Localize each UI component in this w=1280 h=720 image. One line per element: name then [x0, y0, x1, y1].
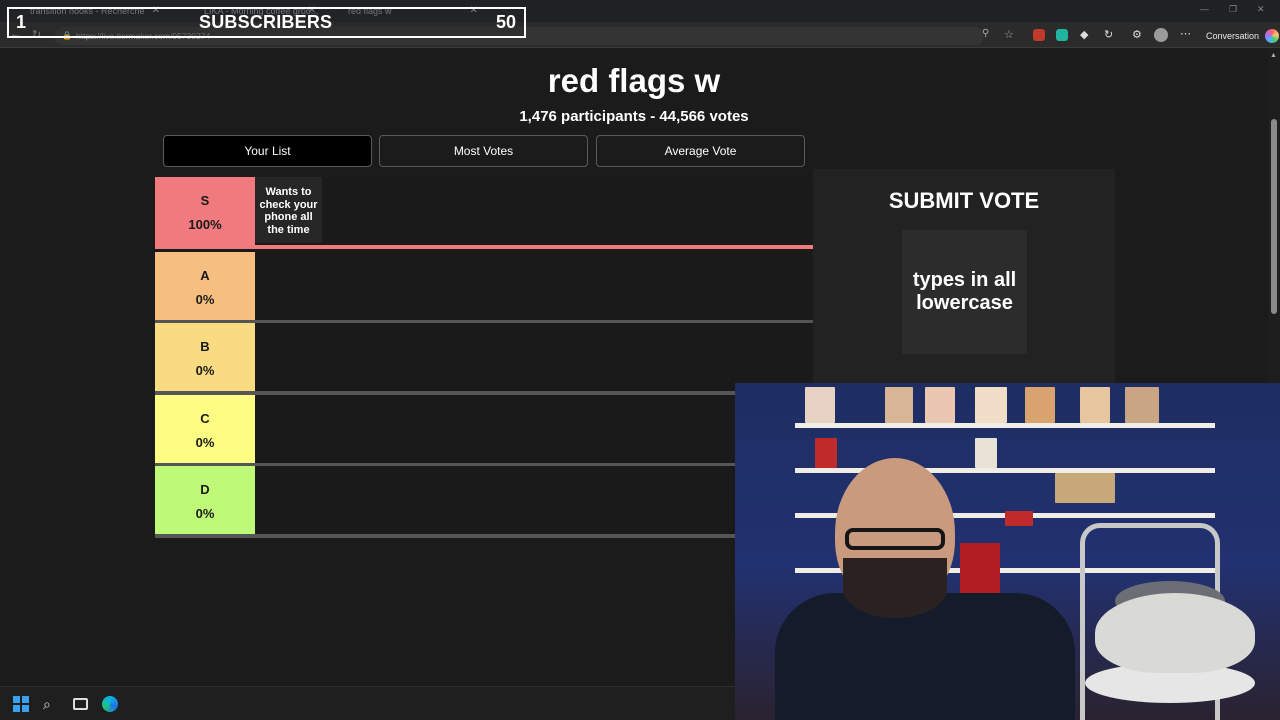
- screen: transition hooks - Recherche ✕ LIKA - Mo…: [0, 0, 1280, 720]
- minimize-icon[interactable]: —: [1200, 4, 1209, 14]
- tier-row-a[interactable]: A 0%: [155, 252, 813, 324]
- goal-label: SUBSCRIBERS: [199, 12, 333, 32]
- book: [925, 387, 955, 423]
- tier-percent: 0%: [195, 435, 215, 450]
- glasses: [845, 528, 945, 550]
- book: [805, 387, 835, 423]
- tier-letter: S: [200, 193, 210, 208]
- tier-item-card[interactable]: Wants to check your phone all the time: [255, 177, 322, 243]
- goal-target: 50: [495, 12, 516, 32]
- tier-percent: 100%: [188, 217, 222, 232]
- scroll-up-icon[interactable]: ▲: [1270, 52, 1277, 59]
- restore-icon[interactable]: ❐: [1229, 4, 1237, 15]
- tab-most-votes[interactable]: Most Votes: [379, 135, 588, 167]
- profile-avatar[interactable]: [1154, 28, 1168, 42]
- taskbar: ⌕: [0, 686, 735, 720]
- books: [1055, 473, 1115, 503]
- tier-row-d[interactable]: D 0%: [155, 466, 813, 538]
- tier-percent: 0%: [195, 506, 215, 521]
- close-window-icon[interactable]: ✕: [1257, 4, 1265, 15]
- extensions-puzzle-icon[interactable]: ⚙: [1132, 29, 1144, 41]
- tier-label-s: S 100%: [155, 177, 255, 249]
- book: [1080, 387, 1110, 423]
- more-menu-icon[interactable]: ⋯: [1180, 29, 1192, 41]
- conversation-button[interactable]: Conversation: [1198, 27, 1280, 45]
- tier-letter: B: [200, 339, 210, 354]
- tier-row-s[interactable]: S 100% Wants to check your phone all the…: [155, 177, 813, 249]
- person-beard: [843, 558, 947, 618]
- tier-label-b: B 0%: [155, 323, 255, 395]
- book: [1125, 387, 1159, 423]
- tier-vote-bar: [155, 534, 813, 538]
- tier-label-a: A 0%: [155, 252, 255, 324]
- shelf: [795, 423, 1215, 428]
- copilot-icon: [1265, 29, 1280, 43]
- vote-item-card[interactable]: types in all lowercase: [902, 230, 1027, 354]
- tab-average-vote[interactable]: Average Vote: [596, 135, 805, 167]
- search-icon[interactable]: ⌕: [43, 696, 59, 712]
- tier-row-b[interactable]: B 0%: [155, 323, 813, 395]
- subscriber-goal-overlay: 1 SUBSCRIBERS 50: [7, 7, 526, 38]
- tier-vote-bar-fill: [155, 245, 813, 249]
- tier-label-c: C 0%: [155, 395, 255, 467]
- extension-icon[interactable]: ◆: [1080, 29, 1092, 41]
- page-title: red flags w: [547, 62, 721, 99]
- tier-letter: D: [200, 482, 210, 497]
- participation-stats: 1,476 participants - 44,566 votes: [519, 108, 749, 125]
- book: [1025, 387, 1055, 423]
- zoom-icon[interactable]: ⚲: [982, 28, 989, 39]
- windows-start-icon[interactable]: [13, 696, 29, 712]
- goal-current: 1: [16, 12, 27, 32]
- tier-percent: 0%: [195, 363, 215, 378]
- tab-your-list[interactable]: Your List: [163, 135, 372, 167]
- sync-icon[interactable]: ↻: [1104, 29, 1116, 41]
- tier-vote-bar: [155, 245, 813, 249]
- book: [975, 438, 997, 468]
- extension-icon[interactable]: [1056, 29, 1068, 41]
- book: [975, 387, 1007, 423]
- webcam-overlay: [735, 383, 1280, 720]
- shelf-decor: [1005, 511, 1033, 526]
- book: [885, 387, 913, 423]
- submit-vote-panel: SUBMIT VOTE types in all lowercase: [813, 169, 1115, 384]
- tier-letter: A: [200, 268, 210, 283]
- favorite-star-icon[interactable]: ☆: [1004, 28, 1014, 41]
- tier-percent: 0%: [195, 292, 215, 307]
- tier-letter: C: [200, 411, 210, 426]
- conversation-label: Conversation: [1206, 31, 1260, 41]
- edge-browser-icon[interactable]: [102, 696, 118, 712]
- extension-icon[interactable]: [1033, 29, 1045, 41]
- tier-row-c[interactable]: C 0%: [155, 395, 813, 467]
- cat: [1095, 593, 1255, 673]
- scrollbar-thumb[interactable]: [1271, 119, 1277, 314]
- tier-label-d: D 0%: [155, 466, 255, 538]
- shelf-decor: [815, 438, 837, 468]
- submit-vote-heading: SUBMIT VOTE: [888, 188, 1040, 213]
- task-view-icon[interactable]: [73, 698, 88, 710]
